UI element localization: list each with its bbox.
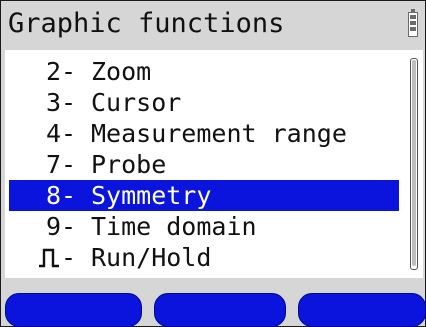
menu-item-separator: -: [61, 57, 77, 86]
menu-item-time-domain[interactable]: 9- Time domain: [9, 211, 399, 242]
softkey-left[interactable]: [5, 293, 142, 327]
menu-item-label: Measurement range: [91, 119, 347, 148]
scrollbar[interactable]: [410, 58, 418, 270]
menu-item-label: Zoom: [91, 57, 152, 86]
menu-item-separator: -: [61, 181, 77, 210]
menu-item-key: 9: [45, 212, 61, 241]
menu-item-label: Probe: [91, 150, 167, 179]
scrollbar-thumb[interactable]: [412, 60, 416, 266]
menu-item-key: 4: [45, 119, 61, 148]
menu-item-separator: -: [61, 88, 77, 117]
menu-item-label: Cursor: [91, 88, 182, 117]
battery-icon: [408, 9, 418, 37]
device-screen: Graphic functions 2- Zoom 3- Cursor 4- Meas…: [0, 0, 426, 327]
menu-item-key: 7: [45, 150, 61, 179]
softkey-middle[interactable]: [154, 293, 286, 327]
menu-item-separator: -: [61, 150, 77, 179]
menu-item-run-hold[interactable]: - Run/Hold: [9, 242, 399, 273]
menu-item-separator: -: [61, 119, 77, 148]
softkey-right[interactable]: [298, 293, 426, 327]
menu-item-label: Run/Hold: [91, 243, 212, 272]
menu-item-separator: -: [61, 212, 77, 241]
menu-item-probe[interactable]: 7- Probe: [9, 149, 399, 180]
menu-list: 2- Zoom 3- Cursor 4- Measurement range 7- Pr…: [5, 50, 423, 278]
menu-item-symmetry[interactable]: 8- Symmetry: [9, 180, 399, 211]
menu-item-separator: -: [61, 243, 77, 272]
page-title: Graphic functions: [8, 8, 285, 39]
menu-item-key: 8: [45, 181, 61, 210]
menu-item-key: 2: [45, 57, 61, 86]
menu-item-label: Symmetry: [91, 181, 212, 210]
menu-item-zoom[interactable]: 2- Zoom: [9, 56, 399, 87]
menu-item-measurement-range[interactable]: 4- Measurement range: [9, 118, 399, 149]
menu-item-cursor[interactable]: 3- Cursor: [9, 87, 399, 118]
menu-item-key: 3: [45, 88, 61, 117]
menu-item-label: Time domain: [91, 212, 257, 241]
pulse-key-icon: [9, 242, 61, 273]
header-bar: Graphic functions: [2, 2, 424, 46]
